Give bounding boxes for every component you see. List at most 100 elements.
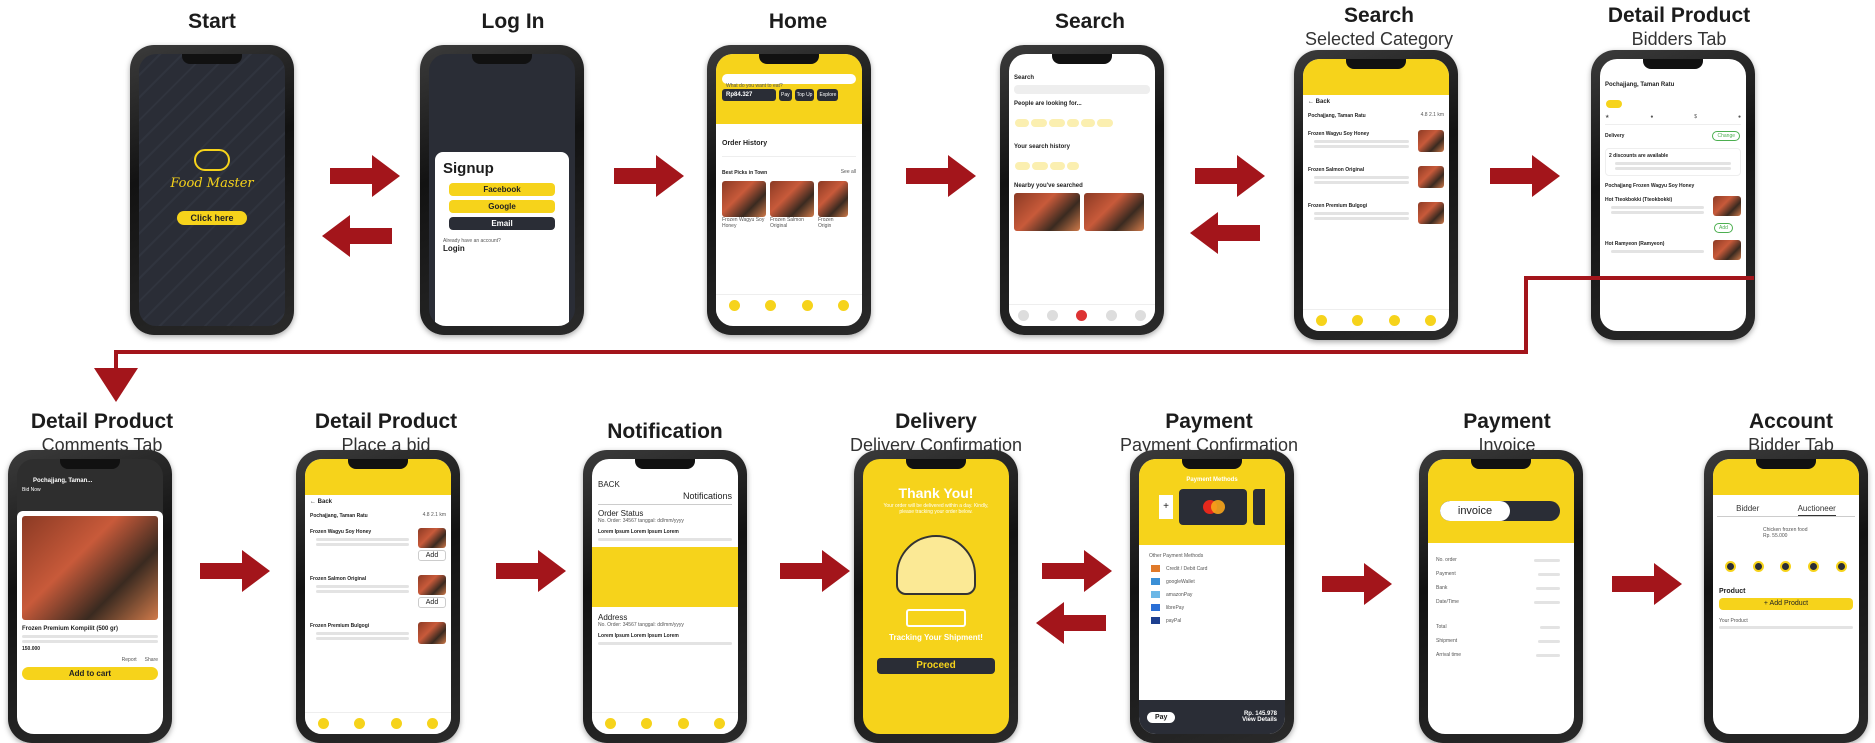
next-card[interactable] bbox=[1253, 489, 1265, 525]
nav-icon[interactable] bbox=[427, 718, 439, 729]
order-history-row[interactable]: Order History bbox=[722, 132, 856, 157]
distance-value: 2.1 km bbox=[1428, 112, 1444, 118]
facebook-button[interactable]: Facebook bbox=[449, 183, 555, 196]
bottom-nav bbox=[1009, 304, 1155, 326]
arrow-search-to-category bbox=[1195, 155, 1265, 197]
nav-icon[interactable] bbox=[1315, 315, 1327, 326]
category-item[interactable]: Frozen Salmon Original bbox=[1308, 166, 1444, 188]
nav-icon[interactable] bbox=[604, 718, 616, 729]
pay-button[interactable]: Pay bbox=[1147, 711, 1176, 723]
method-row[interactable]: Credit / Debit Card bbox=[1151, 565, 1273, 572]
product-card[interactable]: Chicken frozen food Rp. 55.000 bbox=[1763, 527, 1853, 539]
best-pick-card[interactable]: Frozen Wagyu Soy Honey bbox=[722, 181, 766, 229]
nav-icon[interactable] bbox=[1076, 310, 1088, 321]
discount-box[interactable]: 2 discounts are available bbox=[1605, 148, 1741, 176]
product-sheet: Frozen Premium Kompilit (500 gr) 150.000… bbox=[17, 511, 163, 734]
nav-icon[interactable] bbox=[714, 718, 726, 729]
method-row[interactable]: payPal bbox=[1151, 617, 1273, 624]
change-button[interactable]: Change bbox=[1712, 131, 1740, 141]
action-pay-button[interactable]: Pay bbox=[779, 89, 792, 101]
nav-icon[interactable] bbox=[1425, 315, 1437, 326]
suggestion-pill[interactable] bbox=[1030, 119, 1047, 127]
nav-icon[interactable] bbox=[1105, 310, 1117, 321]
mastercard-card[interactable] bbox=[1179, 489, 1247, 525]
suggestion-pill[interactable] bbox=[1015, 119, 1029, 127]
method-row[interactable]: librePay bbox=[1151, 604, 1273, 611]
add-button[interactable]: Add bbox=[418, 550, 446, 561]
distance-value: 2.1 km bbox=[430, 512, 446, 518]
nav-icon[interactable] bbox=[641, 718, 653, 729]
tab-bidder[interactable]: Bidder bbox=[1736, 503, 1759, 516]
add-product-button[interactable]: + Add Product bbox=[1719, 598, 1853, 610]
payment-header: Payment Methods + bbox=[1139, 459, 1285, 545]
proceed-button[interactable]: Proceed bbox=[877, 658, 995, 674]
food-image bbox=[1418, 202, 1444, 224]
login-link[interactable]: Login bbox=[443, 244, 561, 253]
nav-icon[interactable] bbox=[1018, 310, 1030, 321]
add-button[interactable]: Add bbox=[418, 597, 446, 608]
report-button[interactable]: Report bbox=[122, 657, 137, 663]
suggestion-pill[interactable] bbox=[1096, 119, 1114, 127]
click-here-button[interactable]: Click here bbox=[177, 211, 247, 225]
category-item[interactable]: Frozen Premium Bulgogi bbox=[1308, 202, 1444, 224]
product-image bbox=[22, 516, 158, 620]
thank-you-heading: Thank You! bbox=[898, 485, 974, 501]
suggestion-pill[interactable] bbox=[1067, 119, 1080, 127]
bid-item[interactable]: Frozen Wagyu Soy Honey Add bbox=[310, 528, 446, 561]
nav-icon[interactable] bbox=[1352, 315, 1364, 326]
nav-icon[interactable] bbox=[1134, 310, 1146, 321]
search-input[interactable] bbox=[1014, 85, 1150, 94]
screen-payment: Payment Methods + Other Payment Methods … bbox=[1139, 459, 1285, 734]
nav-icon[interactable] bbox=[390, 718, 402, 729]
nav-icon[interactable] bbox=[838, 300, 850, 311]
add-to-cart-button[interactable]: Add to cart bbox=[22, 667, 158, 680]
phone-start: Food Master Click here bbox=[130, 45, 294, 335]
share-button[interactable]: Share bbox=[145, 657, 158, 663]
add-button[interactable]: Add bbox=[1714, 223, 1733, 233]
email-button[interactable]: Email bbox=[449, 217, 555, 230]
bid-item[interactable]: Frozen Premium Bulgogi bbox=[310, 622, 446, 644]
see-all-link[interactable]: See all bbox=[841, 169, 856, 177]
best-pick-card[interactable]: Frozen Salmon Original bbox=[770, 181, 814, 229]
back-link[interactable]: ← Back bbox=[1308, 98, 1444, 106]
back-link[interactable]: BACK bbox=[598, 481, 732, 489]
food-image[interactable] bbox=[1014, 193, 1080, 231]
nav-icon[interactable] bbox=[677, 718, 689, 729]
back-link[interactable]: ← Back bbox=[310, 498, 446, 506]
best-pick-card[interactable]: Frozen Origin bbox=[818, 181, 848, 229]
suggestion-pill[interactable] bbox=[1048, 119, 1066, 127]
nav-icon[interactable] bbox=[317, 718, 329, 729]
method-row[interactable]: googleWallet bbox=[1151, 578, 1273, 585]
google-button[interactable]: Google bbox=[449, 200, 555, 213]
best-picks-label: Best Picks in Town bbox=[722, 170, 768, 176]
nav-icon[interactable] bbox=[1388, 315, 1400, 326]
best-picks-header: Best Picks in Town See all bbox=[722, 169, 856, 177]
invoice-toggle[interactable]: invoice bbox=[1440, 501, 1560, 521]
nav-icon[interactable] bbox=[354, 718, 366, 729]
history-pill[interactable] bbox=[1015, 162, 1030, 170]
nav-icon[interactable] bbox=[1047, 310, 1059, 321]
nav-icon[interactable] bbox=[801, 300, 813, 311]
history-pill[interactable] bbox=[1031, 162, 1049, 170]
home-search-input[interactable]: What do you want to eat? bbox=[722, 74, 856, 89]
action-topup-button[interactable]: Top Up bbox=[794, 89, 815, 101]
history-pill[interactable] bbox=[1050, 162, 1066, 170]
history-pill[interactable] bbox=[1067, 162, 1080, 170]
food-image[interactable] bbox=[1084, 193, 1144, 231]
nav-icon[interactable] bbox=[765, 300, 777, 311]
bid-item[interactable]: Frozen Salmon Original Add bbox=[310, 575, 446, 608]
suggestion-pill[interactable] bbox=[1081, 119, 1095, 127]
view-details-link[interactable]: View Details bbox=[1242, 717, 1277, 723]
nav-icon[interactable] bbox=[728, 300, 740, 311]
action-explore-button[interactable]: Explore bbox=[817, 89, 839, 101]
screen-detail-bidders: Pochajjang, Taman Ratu ★ ● $ ● Delivery Cha… bbox=[1600, 59, 1746, 331]
tab-bidders[interactable] bbox=[1606, 100, 1623, 108]
product-section-label: Product bbox=[1719, 588, 1746, 595]
add-card-button[interactable]: + bbox=[1159, 495, 1173, 519]
bid-now-tab[interactable]: Bid Now bbox=[22, 487, 158, 493]
step-title-label: Notification bbox=[607, 420, 723, 443]
category-item[interactable]: Frozen Wagyu Soy Honey bbox=[1308, 130, 1444, 152]
tab-auctioneer[interactable]: Auctioneer bbox=[1797, 503, 1836, 516]
phone-notification: BACK Notifications Order Status No. Orde… bbox=[583, 450, 747, 743]
method-row[interactable]: amazonPay bbox=[1151, 591, 1273, 598]
